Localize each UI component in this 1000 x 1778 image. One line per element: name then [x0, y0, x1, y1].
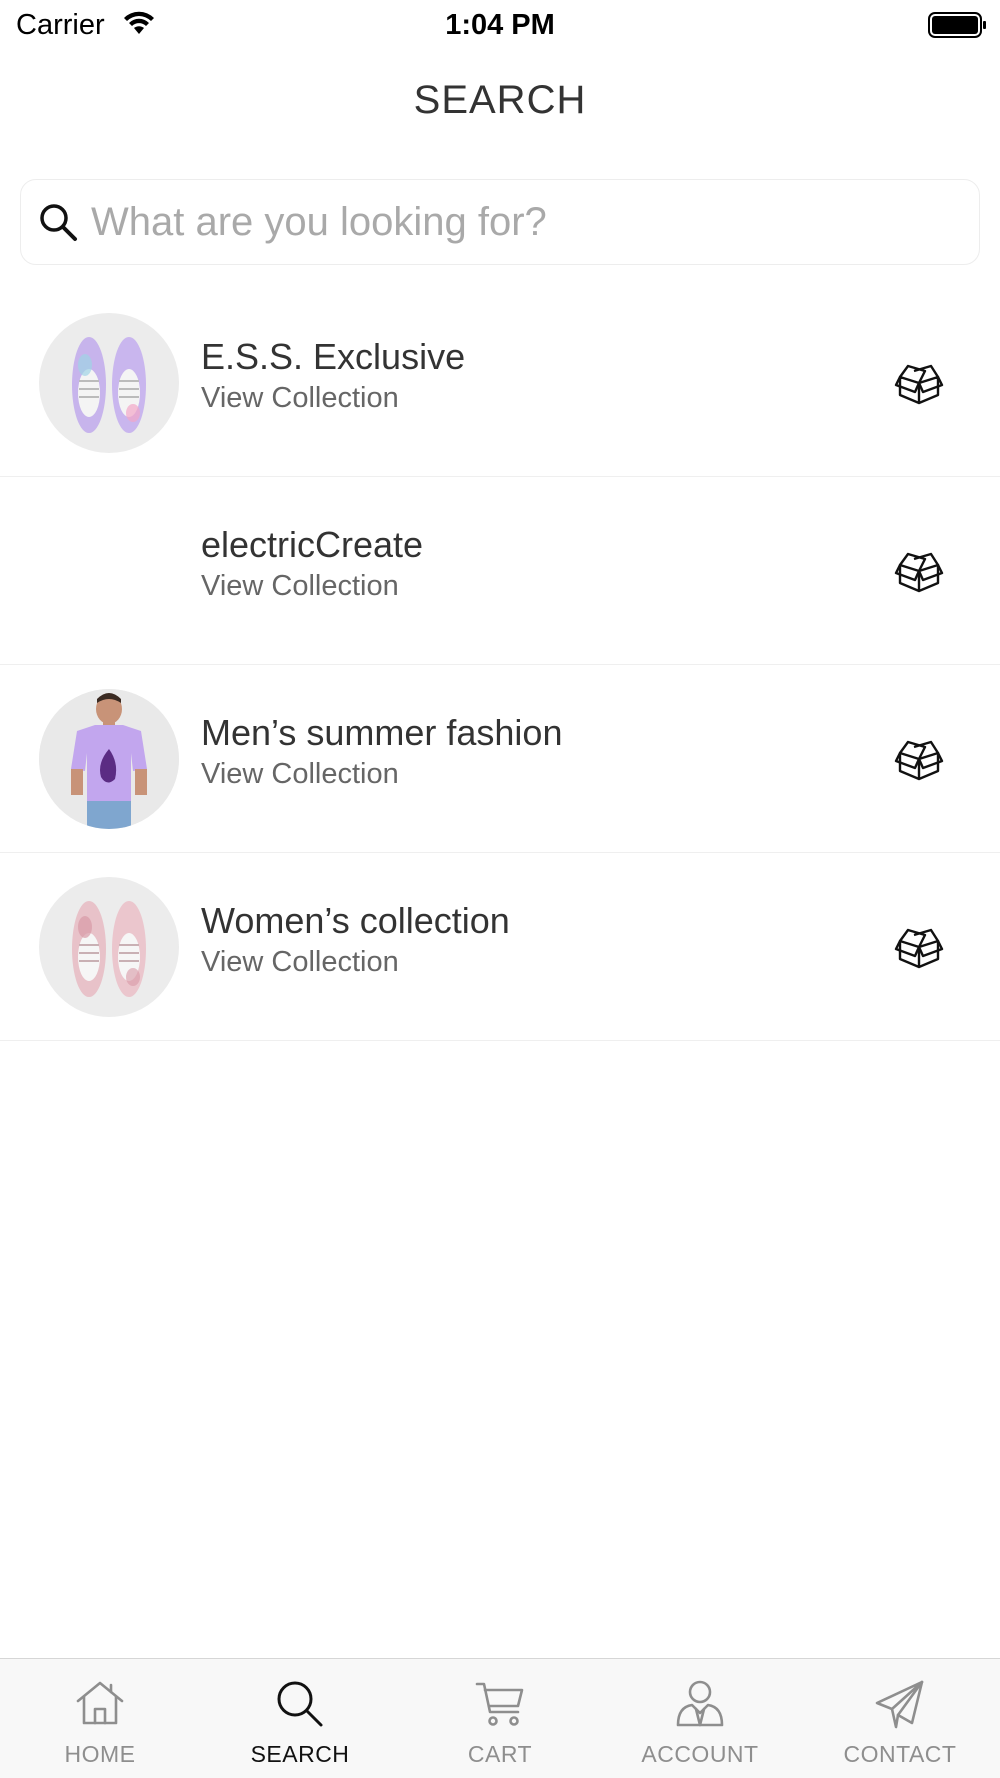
collection-item[interactable]: Men’s summer fashion View Collection — [0, 665, 1000, 853]
page-title: SEARCH — [413, 78, 587, 122]
collection-title: E.S.S. Exclusive — [201, 336, 466, 377]
collection-thumbnail-sneakers — [39, 313, 179, 453]
search-icon — [37, 201, 79, 248]
collection-thumbnail-tshirt-model — [39, 689, 179, 829]
collection-text: electricCreate View Collection — [201, 523, 423, 603]
collection-text: E.S.S. Exclusive View Collection — [201, 335, 465, 415]
tab-label: CONTACT — [843, 1741, 957, 1767]
home-icon — [74, 1679, 126, 1732]
collection-thumbnail-empty — [39, 501, 179, 641]
paper-plane-icon — [874, 1679, 926, 1734]
open-box-icon[interactable] — [894, 737, 944, 786]
search-icon — [274, 1679, 326, 1734]
battery-icon — [928, 11, 988, 44]
tab-bar: HOME SEARCH CART ACCOUNT CONTACT — [0, 1658, 1000, 1778]
tab-label: CART — [467, 1741, 533, 1767]
collection-item[interactable]: Women’s collection View Collection — [0, 853, 1000, 1041]
collection-title: Women’s collection — [201, 900, 510, 941]
open-box-icon[interactable] — [894, 361, 944, 410]
collection-item[interactable]: electricCreate View Collection — [0, 477, 1000, 665]
collection-item[interactable]: E.S.S. Exclusive View Collection — [0, 289, 1000, 477]
tab-contact[interactable]: CONTACT — [800, 1659, 1000, 1778]
account-icon — [674, 1679, 726, 1734]
collection-list: E.S.S. Exclusive View Collection electri… — [0, 289, 1000, 1041]
view-collection-link[interactable]: View Collection — [201, 382, 465, 415]
tab-label: ACCOUNT — [641, 1741, 759, 1767]
collection-text: Men’s summer fashion View Collection — [201, 711, 562, 791]
tab-account[interactable]: ACCOUNT — [600, 1659, 800, 1778]
search-input[interactable] — [91, 188, 961, 256]
tab-search[interactable]: SEARCH — [200, 1659, 400, 1778]
view-collection-link[interactable]: View Collection — [201, 758, 562, 791]
search-bar[interactable] — [20, 179, 980, 265]
tab-label: HOME — [64, 1741, 136, 1767]
cart-icon — [474, 1679, 526, 1734]
view-collection-link[interactable]: View Collection — [201, 570, 423, 603]
open-box-icon[interactable] — [894, 549, 944, 598]
tab-cart[interactable]: CART — [400, 1659, 600, 1778]
tab-label: SEARCH — [250, 1741, 350, 1767]
collection-thumbnail-sneakers — [39, 877, 179, 1017]
collection-title: Men’s summer fashion — [201, 712, 563, 753]
open-box-icon[interactable] — [894, 925, 944, 974]
clock: 1:04 PM — [445, 9, 555, 41]
collection-text: Women’s collection View Collection — [201, 899, 510, 979]
tab-home[interactable]: HOME — [0, 1659, 200, 1778]
view-collection-link[interactable]: View Collection — [201, 946, 510, 979]
collection-title: electricCreate — [201, 524, 424, 565]
status-bar: Carrier 1:04 PM — [0, 0, 1000, 50]
